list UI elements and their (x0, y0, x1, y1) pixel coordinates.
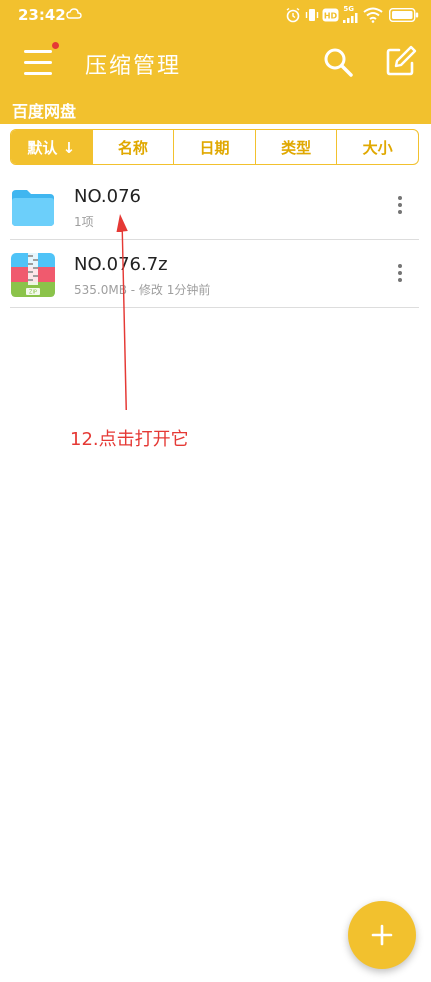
signal-icon (343, 13, 358, 23)
file-list: NO.076 1项 ZIP NO.076.7z 535.0MB - 修改 1分钟… (0, 172, 431, 308)
more-vert-dot (398, 278, 402, 282)
status-time: 23:42 (18, 6, 66, 24)
breadcrumb[interactable]: 百度网盘 (12, 98, 76, 122)
file-name: NO.076.7z (74, 254, 168, 275)
more-vert-dot (398, 203, 402, 207)
menu-button[interactable] (20, 42, 60, 82)
hamburger-menu-line (24, 72, 52, 75)
plus-icon (371, 924, 393, 946)
app-root: 23:42 HD 5G 压缩管理 百度网盘 默认 ↓ 名称 日期 类型 大小 N… (0, 0, 431, 982)
svg-text:ZIP: ZIP (29, 290, 37, 296)
search-button[interactable] (320, 44, 356, 80)
alarm-icon (286, 7, 300, 23)
more-options-button[interactable] (395, 262, 405, 286)
file-meta: 535.0MB - 修改 1分钟前 (74, 283, 211, 297)
edit-button[interactable] (382, 44, 418, 80)
battery-icon (389, 8, 419, 22)
list-item-folder[interactable]: NO.076 1项 (0, 172, 431, 240)
page-title: 压缩管理 (85, 54, 182, 79)
file-name: NO.076 (74, 186, 141, 207)
svg-text:HD: HD (324, 12, 338, 21)
network-label: 5G (343, 5, 354, 13)
sort-tab-date[interactable]: 日期 (174, 130, 256, 164)
app-header: 23:42 HD 5G 压缩管理 百度网盘 (0, 0, 431, 124)
more-vert-dot (398, 210, 402, 214)
list-item-archive[interactable]: ZIP NO.076.7z 535.0MB - 修改 1分钟前 (0, 240, 431, 308)
sort-tab-size[interactable]: 大小 (337, 130, 418, 164)
add-fab-button[interactable] (348, 901, 416, 969)
vibrate-icon (305, 9, 319, 21)
hamburger-menu-line (24, 61, 52, 64)
file-meta: 1项 (74, 215, 94, 229)
more-options-button[interactable] (395, 194, 405, 218)
sort-tabs: 默认 ↓ 名称 日期 类型 大小 (10, 129, 419, 165)
cloud-sync-icon (66, 8, 82, 19)
search-icon (324, 48, 353, 77)
more-vert-icon (398, 196, 402, 200)
status-bar: 23:42 HD 5G (0, 0, 431, 32)
sort-tab-default[interactable]: 默认 ↓ (11, 130, 93, 164)
more-vert-icon (398, 264, 402, 268)
more-vert-dot (398, 271, 402, 275)
zip-archive-icon: ZIP (11, 253, 55, 297)
wifi-icon (363, 7, 383, 23)
hd-icon: HD (322, 8, 339, 22)
hamburger-menu-icon (24, 50, 52, 53)
folder-icon (12, 190, 54, 226)
notification-dot (52, 42, 59, 49)
edit-icon (386, 45, 417, 76)
annotation-text: 12.点击打开它 (70, 429, 189, 450)
sort-tab-type[interactable]: 类型 (256, 130, 338, 164)
sort-tab-name[interactable]: 名称 (93, 130, 175, 164)
